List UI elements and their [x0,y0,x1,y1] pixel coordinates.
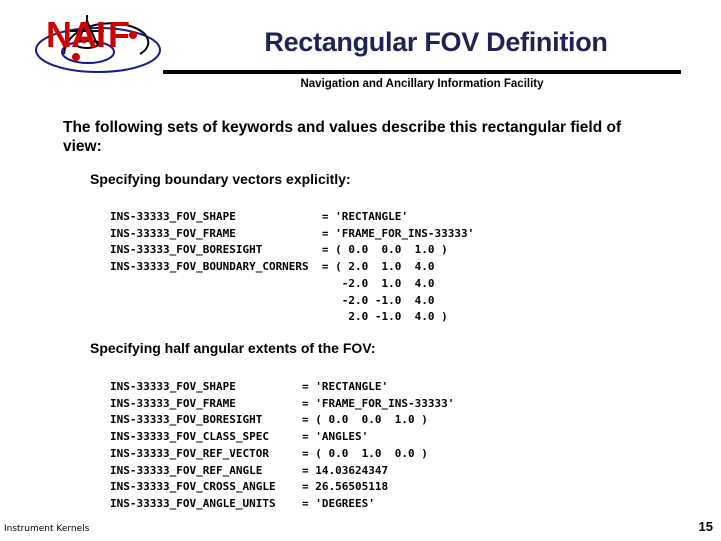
intro-paragraph: The following sets of keywords and value… [63,119,622,155]
section-heading-boundary-vectors: Specifying boundary vectors explicitly: [90,171,351,187]
page-title: Rectangular FOV Definition [264,27,608,57]
code-block-boundary-vectors: INS-33333_FOV_SHAPE = 'RECTANGLE' INS-33… [110,210,475,324]
svg-text:I: I [96,14,106,55]
header-subtitle: Navigation and Ancillary Information Fac… [300,78,544,90]
svg-text:F: F [108,14,130,55]
naif-logo: N A I F [32,8,172,80]
page-number: 15 [698,519,713,534]
section-heading-angular-extents: Specifying half angular extents of the F… [90,340,376,356]
title-divider [163,70,681,74]
footer-label: Instrument Kernels [4,524,90,534]
slide-header: N A I F Rectangular FOV Definition Navig… [0,0,721,100]
svg-text:N: N [46,14,72,55]
code-block-angular-extents: INS-33333_FOV_SHAPE = 'RECTANGLE' INS-33… [110,380,455,510]
svg-text:A: A [71,14,97,55]
